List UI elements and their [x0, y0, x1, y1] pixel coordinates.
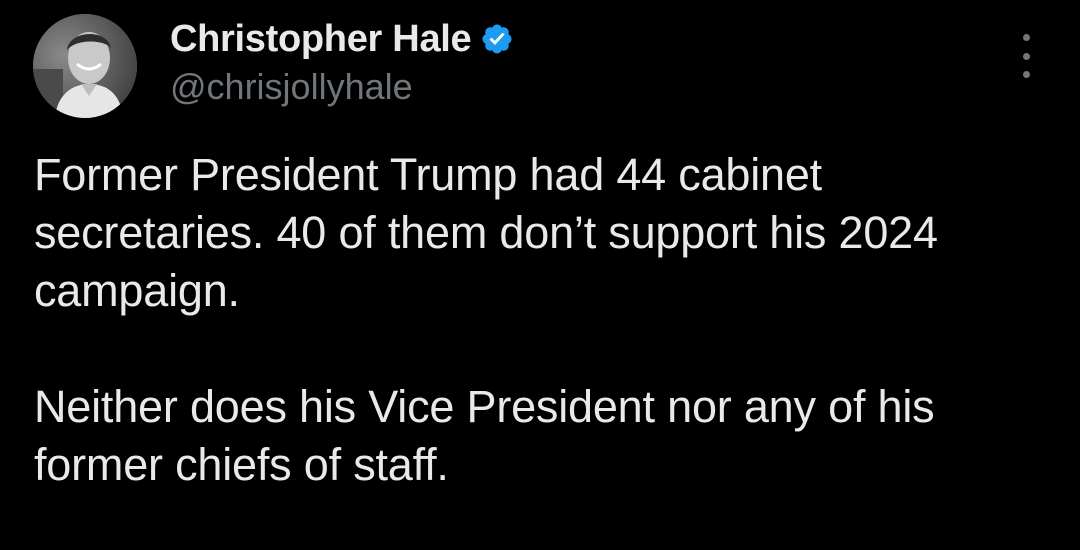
tweet-paragraph: Former President Trump had 44 cabinet se…: [34, 149, 938, 316]
tweet-card: Christopher Hale @chrisjollyhale Former …: [0, 0, 1080, 550]
author-name-row: Christopher Hale: [170, 16, 514, 62]
more-dot: [1022, 34, 1030, 41]
author-handle[interactable]: @chrisjollyhale: [170, 66, 413, 108]
avatar-photo: [33, 14, 137, 118]
more-vertical-icon[interactable]: [1008, 34, 1044, 78]
more-dot: [1022, 71, 1030, 78]
more-dot: [1022, 52, 1030, 60]
tweet-paragraph: Neither does his Vice President nor any …: [34, 381, 935, 490]
author-display-name[interactable]: Christopher Hale: [170, 18, 472, 61]
author-avatar[interactable]: [33, 14, 137, 118]
tweet-text: Former President Trump had 44 cabinet se…: [34, 146, 1054, 494]
verified-badge-icon: [480, 22, 514, 56]
